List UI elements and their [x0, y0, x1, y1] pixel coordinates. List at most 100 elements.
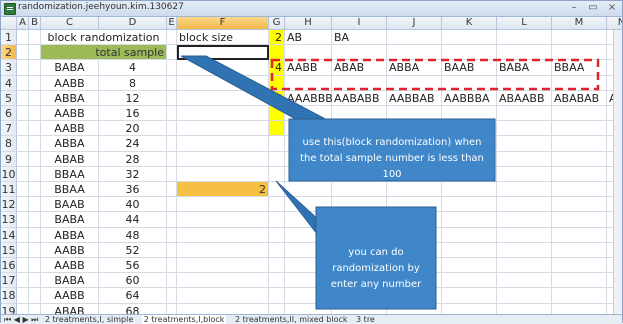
grid-cell[interactable]	[442, 258, 497, 274]
cell-c-block[interactable]: BAAB	[41, 197, 99, 213]
grid-cell[interactable]	[497, 45, 552, 61]
grid-cell[interactable]	[177, 166, 269, 182]
grid-cell[interactable]	[29, 227, 41, 243]
grid-cell[interactable]	[442, 288, 497, 304]
column-header[interactable]: G	[269, 17, 285, 30]
block-pattern-cell[interactable]: AABBAB	[387, 90, 442, 106]
cell-c-block[interactable]: ABAB	[41, 303, 99, 314]
row-header[interactable]: 7	[1, 121, 17, 137]
cell-g-yellow[interactable]	[269, 45, 285, 61]
cell-d-total[interactable]: 4	[99, 60, 167, 76]
grid-cell[interactable]	[17, 303, 29, 314]
block-pattern-cell[interactable]: ABBA	[387, 60, 442, 76]
grid-cell[interactable]	[167, 242, 177, 258]
grid-cell[interactable]	[29, 273, 41, 289]
cell-d-total[interactable]: 60	[99, 273, 167, 289]
grid-cell[interactable]	[387, 227, 442, 243]
grid-cell[interactable]	[552, 258, 607, 274]
grid-cell[interactable]	[552, 303, 607, 314]
cell-c-block[interactable]: ABBA	[41, 90, 99, 106]
grid-cell[interactable]	[177, 197, 269, 213]
row-header[interactable]: 9	[1, 151, 17, 167]
grid-cell[interactable]	[269, 151, 285, 167]
grid-cell[interactable]	[552, 182, 607, 198]
block-pattern-cell[interactable]: ABAB	[332, 60, 387, 76]
grid-cell[interactable]	[269, 136, 285, 152]
grid-cell[interactable]	[497, 182, 552, 198]
grid-cell[interactable]	[552, 121, 607, 137]
grid-cell[interactable]	[497, 151, 552, 167]
cell-d-total[interactable]: 16	[99, 106, 167, 122]
restore-icon[interactable]: ▭	[586, 1, 600, 15]
cell-c-block[interactable]: ABBA	[41, 227, 99, 243]
grid-cell[interactable]	[29, 121, 41, 137]
grid-cell[interactable]	[167, 197, 177, 213]
grid-cell[interactable]	[17, 45, 29, 61]
cell-d-total[interactable]: 32	[99, 166, 167, 182]
grid-cell[interactable]	[332, 182, 387, 198]
cell-c-block[interactable]: AABB	[41, 258, 99, 274]
grid-cell[interactable]	[17, 273, 29, 289]
grid-cell[interactable]	[167, 288, 177, 304]
grid-cell[interactable]	[29, 106, 41, 122]
grid-cell[interactable]	[177, 227, 269, 243]
row-header[interactable]: 8	[1, 136, 17, 152]
grid-cell[interactable]	[497, 106, 552, 122]
grid-cell[interactable]	[167, 273, 177, 289]
block-pattern-cell[interactable]: BABA	[497, 60, 552, 76]
row-header[interactable]: 2	[1, 45, 17, 61]
grid-cell[interactable]	[497, 212, 552, 228]
grid-cell[interactable]	[552, 75, 607, 91]
grid-cell[interactable]	[442, 273, 497, 289]
grid-cell[interactable]	[167, 151, 177, 167]
grid-cell[interactable]	[332, 227, 387, 243]
header-cell-total-sample[interactable]: total sample	[41, 45, 167, 61]
grid-cell[interactable]	[497, 258, 552, 274]
grid-cell[interactable]	[177, 75, 269, 91]
grid-cell[interactable]	[552, 151, 607, 167]
grid-cell[interactable]	[167, 45, 177, 61]
block-pattern-cell[interactable]: BA	[332, 30, 387, 46]
grid-cell[interactable]	[269, 166, 285, 182]
cell-c-block[interactable]: AABB	[41, 121, 99, 137]
grid-cell[interactable]	[442, 227, 497, 243]
grid-cell[interactable]	[167, 30, 177, 46]
cell-c-block[interactable]: BABA	[41, 60, 99, 76]
grid-cell[interactable]	[167, 136, 177, 152]
grid-cell[interactable]	[167, 90, 177, 106]
cell-d-total[interactable]: 28	[99, 151, 167, 167]
grid-cell[interactable]	[17, 288, 29, 304]
grid-cell[interactable]	[552, 106, 607, 122]
block-pattern-cell[interactable]: ABABAB	[552, 90, 607, 106]
selected-cell-f2[interactable]	[177, 45, 269, 61]
cell-c-block[interactable]: ABAB	[41, 151, 99, 167]
grid-cell[interactable]	[552, 136, 607, 152]
grid-cell[interactable]	[497, 242, 552, 258]
block-pattern-cell[interactable]: BBAA	[552, 60, 607, 76]
grid-cell[interactable]	[177, 242, 269, 258]
grid-cell[interactable]	[332, 75, 387, 91]
grid-cell[interactable]	[332, 106, 387, 122]
vertical-scrollbar[interactable]	[613, 30, 622, 314]
grid-cell[interactable]	[285, 45, 332, 61]
grid-cell[interactable]	[497, 166, 552, 182]
grid-cell[interactable]	[177, 121, 269, 137]
cell-c-block[interactable]: BBAA	[41, 182, 99, 198]
block-pattern-cell[interactable]: AB	[285, 30, 332, 46]
row-header[interactable]: 15	[1, 242, 17, 258]
grid-cell[interactable]	[17, 258, 29, 274]
grid-cell[interactable]	[497, 227, 552, 243]
grid-cell[interactable]	[17, 90, 29, 106]
block-pattern-cell[interactable]: AABBBA	[442, 90, 497, 106]
grid-cell[interactable]	[269, 273, 285, 289]
grid-cell[interactable]	[497, 303, 552, 314]
grid-cell[interactable]	[29, 303, 41, 314]
header-cell-block-randomization[interactable]: block randomization	[41, 30, 167, 46]
grid-cell[interactable]	[177, 136, 269, 152]
grid-cell[interactable]	[552, 273, 607, 289]
column-header[interactable]: A	[17, 17, 29, 30]
grid-cell[interactable]	[29, 166, 41, 182]
row-header[interactable]: 3	[1, 60, 17, 76]
grid-cell[interactable]	[442, 197, 497, 213]
column-header[interactable]: N	[607, 17, 622, 30]
